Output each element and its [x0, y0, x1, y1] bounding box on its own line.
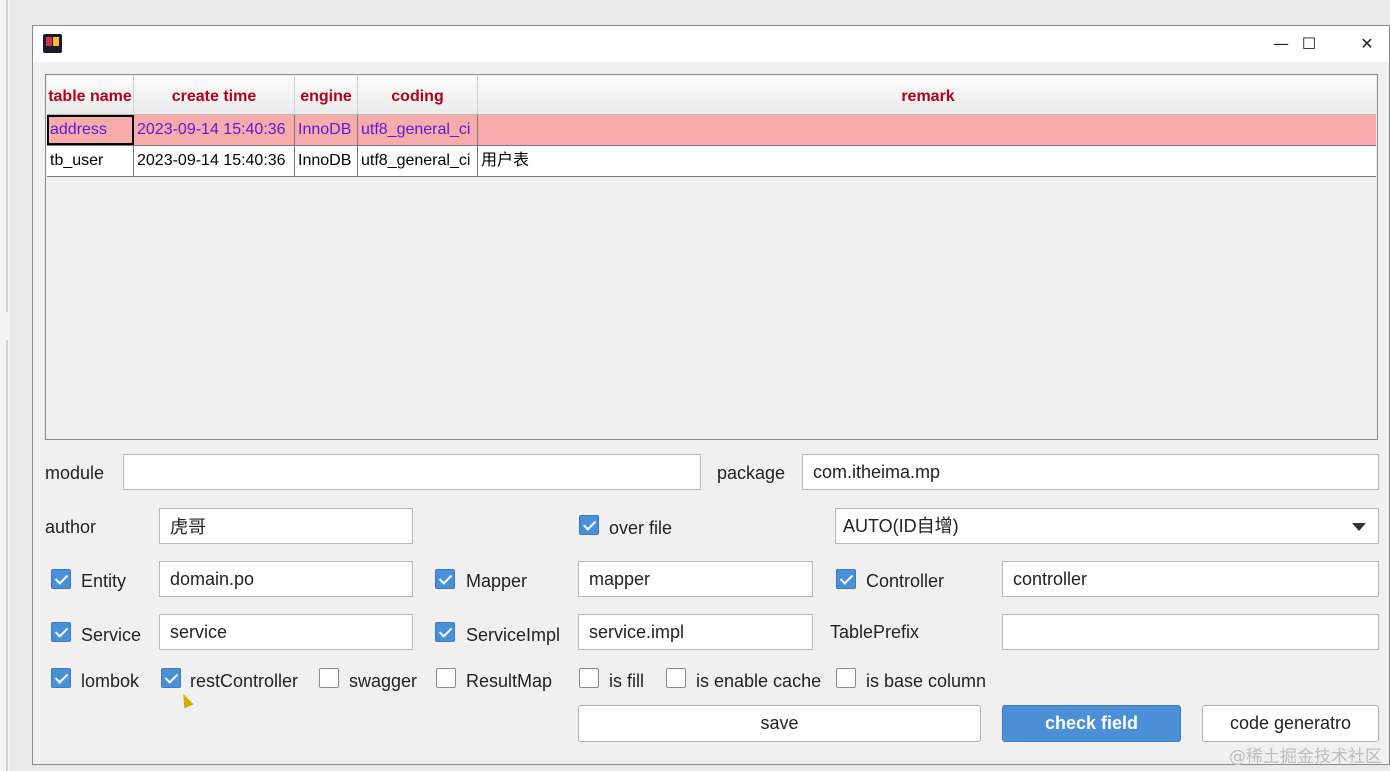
watermark: @稀土掘金技术社区 [1229, 747, 1382, 767]
entity-checkbox[interactable] [51, 569, 71, 589]
check-field-button[interactable]: check field [1002, 705, 1181, 742]
column-header-remark[interactable]: remark [478, 76, 1378, 114]
background-left-strip [0, 0, 10, 771]
author-label: author [45, 517, 97, 537]
table-cell[interactable]: utf8_general_ci [358, 115, 478, 145]
is-fill-checkbox[interactable] [579, 668, 599, 688]
base-column-checkbox[interactable] [836, 668, 856, 688]
controller-package-input[interactable] [1002, 561, 1379, 597]
resultmap-checkbox[interactable] [436, 668, 456, 688]
is-fill-label: is fill [609, 671, 644, 691]
package-label: package [717, 463, 786, 483]
resultmap-label: ResultMap [466, 671, 553, 691]
controller-label: Controller [866, 571, 945, 591]
column-header-table-name[interactable]: table name [47, 76, 134, 114]
author-input[interactable] [159, 508, 413, 544]
id-type-select[interactable]: AUTO(ID自增) [835, 508, 1379, 544]
table-cell[interactable]: 用户表 [478, 146, 1378, 176]
mapper-checkbox[interactable] [435, 569, 455, 589]
table-cell[interactable]: tb_user [47, 146, 134, 176]
table-cell[interactable]: InnoDB [295, 146, 358, 176]
table-cell[interactable]: 2023-09-14 15:40:36 [134, 146, 295, 176]
service-checkbox[interactable] [51, 622, 71, 642]
swagger-label: swagger [349, 671, 418, 691]
column-header-create-time[interactable]: create time [134, 76, 295, 114]
close-button[interactable]: ✕ [1345, 29, 1389, 59]
entity-label: Entity [81, 571, 127, 591]
table-cell[interactable]: utf8_general_ci [358, 146, 478, 176]
serviceimpl-label: ServiceImpl [466, 625, 561, 645]
module-label: module [45, 463, 105, 483]
base-column-label: is base column [866, 671, 987, 691]
tableprefix-label: TablePrefix [830, 622, 920, 642]
swagger-checkbox[interactable] [319, 668, 339, 688]
table-row[interactable]: tb_user 2023-09-14 15:40:36 InnoDB utf8_… [47, 146, 1376, 177]
tableprefix-input[interactable] [1002, 614, 1379, 650]
mapper-package-input[interactable] [578, 561, 813, 597]
over-file-checkbox[interactable] [579, 515, 599, 535]
serviceimpl-package-input[interactable] [578, 614, 813, 650]
maximize-button[interactable]: ☐ [1287, 29, 1331, 59]
app-logo-icon [43, 34, 62, 53]
table-cell[interactable]: address [47, 115, 134, 145]
restcontroller-checkbox[interactable] [161, 668, 181, 688]
lombok-checkbox[interactable] [51, 668, 71, 688]
tables-grid[interactable]: table name create time engine coding rem… [45, 74, 1378, 440]
over-file-label: over file [609, 518, 673, 538]
background-edge [6, 0, 8, 312]
column-header-coding[interactable]: coding [358, 76, 478, 114]
code-generator-button[interactable]: code generatro [1202, 705, 1379, 742]
chevron-down-icon [1352, 523, 1366, 531]
restcontroller-label: restController [190, 671, 299, 691]
id-type-selected-value: AUTO(ID自增) [843, 516, 959, 536]
column-header-engine[interactable]: engine [295, 76, 358, 114]
module-input[interactable] [123, 454, 701, 490]
package-input[interactable] [802, 454, 1379, 490]
background-edge [6, 340, 8, 771]
title-bar: — ☐ ✕ [33, 26, 1389, 62]
service-label: Service [81, 625, 142, 645]
table-cell[interactable]: 2023-09-14 15:40:36 [134, 115, 295, 145]
save-button[interactable]: save [578, 705, 981, 742]
table-header: table name create time engine coding rem… [47, 76, 1376, 115]
controller-checkbox[interactable] [836, 569, 856, 589]
app-window: — ☐ ✕ table name create time engine codi… [32, 25, 1390, 765]
table-cell[interactable] [478, 115, 1378, 145]
enable-cache-checkbox[interactable] [666, 668, 686, 688]
lombok-label: lombok [81, 671, 140, 691]
table-cell[interactable]: InnoDB [295, 115, 358, 145]
table-row[interactable]: address 2023-09-14 15:40:36 InnoDB utf8_… [47, 115, 1376, 146]
enable-cache-label: is enable cache [696, 671, 822, 691]
mapper-label: Mapper [466, 571, 528, 591]
entity-package-input[interactable] [159, 561, 413, 597]
service-package-input[interactable] [159, 614, 413, 650]
serviceimpl-checkbox[interactable] [435, 622, 455, 642]
